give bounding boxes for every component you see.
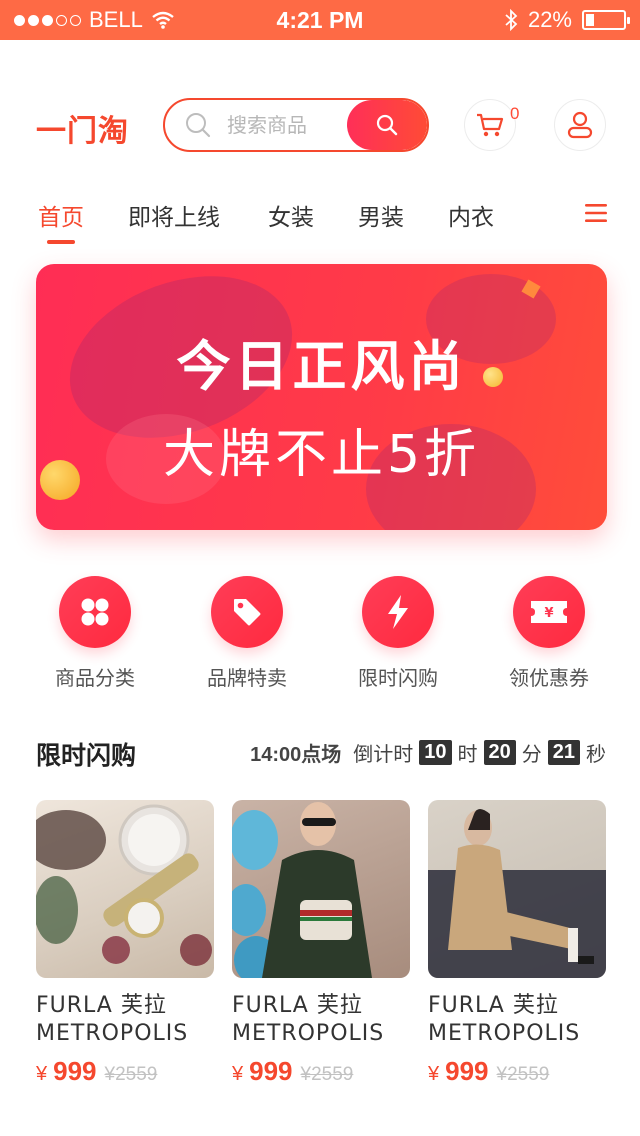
product-price: 999 <box>249 1056 293 1086</box>
cart-badge: 0 <box>510 104 520 123</box>
quick-links: 商品分类 品牌特卖 限时闪购 ¥ 领优惠券 <box>0 576 640 696</box>
search-icon <box>376 114 398 136</box>
tab-womens[interactable]: 女装 <box>268 198 314 232</box>
banner-title: 今日正风尚 <box>176 335 467 398</box>
original-price: ¥2559 <box>496 1064 550 1085</box>
flash-sale-countdown: 14:00点场 倒计时 10 时 20 分 21 秒 <box>250 738 606 767</box>
product-name: FURLA 芙拉 <box>428 993 559 1018</box>
tab-coming-soon[interactable]: 即将上线 <box>128 198 220 232</box>
session-time: 14:00点场 <box>250 744 342 766</box>
search-icon <box>186 113 211 138</box>
quick-link-coupons[interactable]: ¥ 领优惠券 <box>479 576 619 691</box>
search-input[interactable]: 搜索商品 <box>227 100 307 150</box>
battery-percent: 22% <box>527 7 572 32</box>
quick-link-brand-sale[interactable]: 品牌特卖 <box>177 576 317 691</box>
product-image[interactable] <box>36 800 214 978</box>
app-screen: BELL 4:21 PM 22% 一门淘 搜索商品 0 首页 即将上线 女装 男… <box>0 0 640 1136</box>
promo-banner[interactable]: 今日正风尚 大牌不止5折 <box>36 264 607 530</box>
menu-icon[interactable] <box>585 203 607 223</box>
product-model: METROPOLIS <box>428 1021 581 1046</box>
hours-unit: 时 <box>457 742 478 766</box>
minutes-unit: 分 <box>521 742 542 766</box>
countdown-minutes: 20 <box>483 740 516 765</box>
profile-button[interactable] <box>554 99 606 151</box>
product-name: FURLA 芙拉 <box>36 993 167 1018</box>
product-model: METROPOLIS <box>232 1021 385 1046</box>
product-image[interactable] <box>232 800 410 978</box>
product-card[interactable]: FURLA 芙拉 METROPOLIS ¥999 ¥2559 <box>232 800 410 1087</box>
cart-button[interactable] <box>464 99 516 151</box>
flash-sale-title: 限时闪购 <box>36 741 137 770</box>
quick-link-label: 商品分类 <box>55 666 135 690</box>
svg-text:¥: ¥ <box>544 606 553 621</box>
model-with-handbag-photo <box>232 802 372 978</box>
product-card[interactable]: FURLA 芙拉 METROPOLIS ¥999 ¥2559 <box>36 800 214 1087</box>
original-price: ¥2559 <box>300 1064 354 1085</box>
price-tag-icon <box>234 599 261 626</box>
quick-link-label: 领优惠券 <box>509 666 589 690</box>
currency-symbol: ¥ <box>428 1063 440 1085</box>
quick-link-flash-sale[interactable]: 限时闪购 <box>328 576 468 691</box>
app-logo[interactable]: 一门淘 <box>36 106 129 150</box>
shopping-cart-icon <box>477 113 504 137</box>
active-tab-indicator <box>47 240 75 244</box>
bluetooth-icon <box>505 9 518 31</box>
quick-link-label: 限时闪购 <box>358 666 438 690</box>
tab-underwear[interactable]: 内衣 <box>448 198 494 232</box>
product-card[interactable]: FURLA 芙拉 METROPOLIS ¥999 ¥2559 <box>428 800 606 1087</box>
countdown-seconds: 21 <box>547 740 580 765</box>
product-price: 999 <box>53 1056 97 1086</box>
battery-level <box>586 14 594 26</box>
quick-link-categories[interactable]: 商品分类 <box>25 576 165 691</box>
status-bar: BELL 4:21 PM 22% <box>0 0 640 40</box>
product-name: FURLA 芙拉 <box>232 993 363 1018</box>
currency-symbol: ¥ <box>36 1063 48 1085</box>
quick-link-label: 品牌特卖 <box>207 666 287 690</box>
currency-symbol: ¥ <box>232 1063 244 1085</box>
seconds-unit: 秒 <box>586 742 606 766</box>
battery-icon <box>582 10 630 30</box>
category-tabs: 首页 即将上线 女装 男装 内衣 <box>0 198 640 248</box>
banner-subtitle: 大牌不止5折 <box>162 425 481 485</box>
watch-accessories-photo <box>36 804 212 966</box>
countdown-hours: 10 <box>419 740 452 765</box>
coupon-ticket-icon: ¥ <box>531 601 567 623</box>
product-price: 999 <box>445 1056 489 1086</box>
user-icon <box>567 111 593 139</box>
lightning-icon <box>388 595 408 629</box>
product-image[interactable] <box>428 800 606 978</box>
original-price: ¥2559 <box>104 1064 158 1085</box>
tab-mens[interactable]: 男装 <box>358 198 404 232</box>
model-trench-coat-photo <box>428 809 606 978</box>
product-model: METROPOLIS <box>36 1021 189 1046</box>
search-bar[interactable]: 搜索商品 <box>163 98 429 152</box>
tab-home[interactable]: 首页 <box>38 198 84 232</box>
category-grid-icon <box>81 598 109 626</box>
search-button[interactable] <box>347 100 427 150</box>
countdown-label: 倒计时 <box>353 742 414 766</box>
